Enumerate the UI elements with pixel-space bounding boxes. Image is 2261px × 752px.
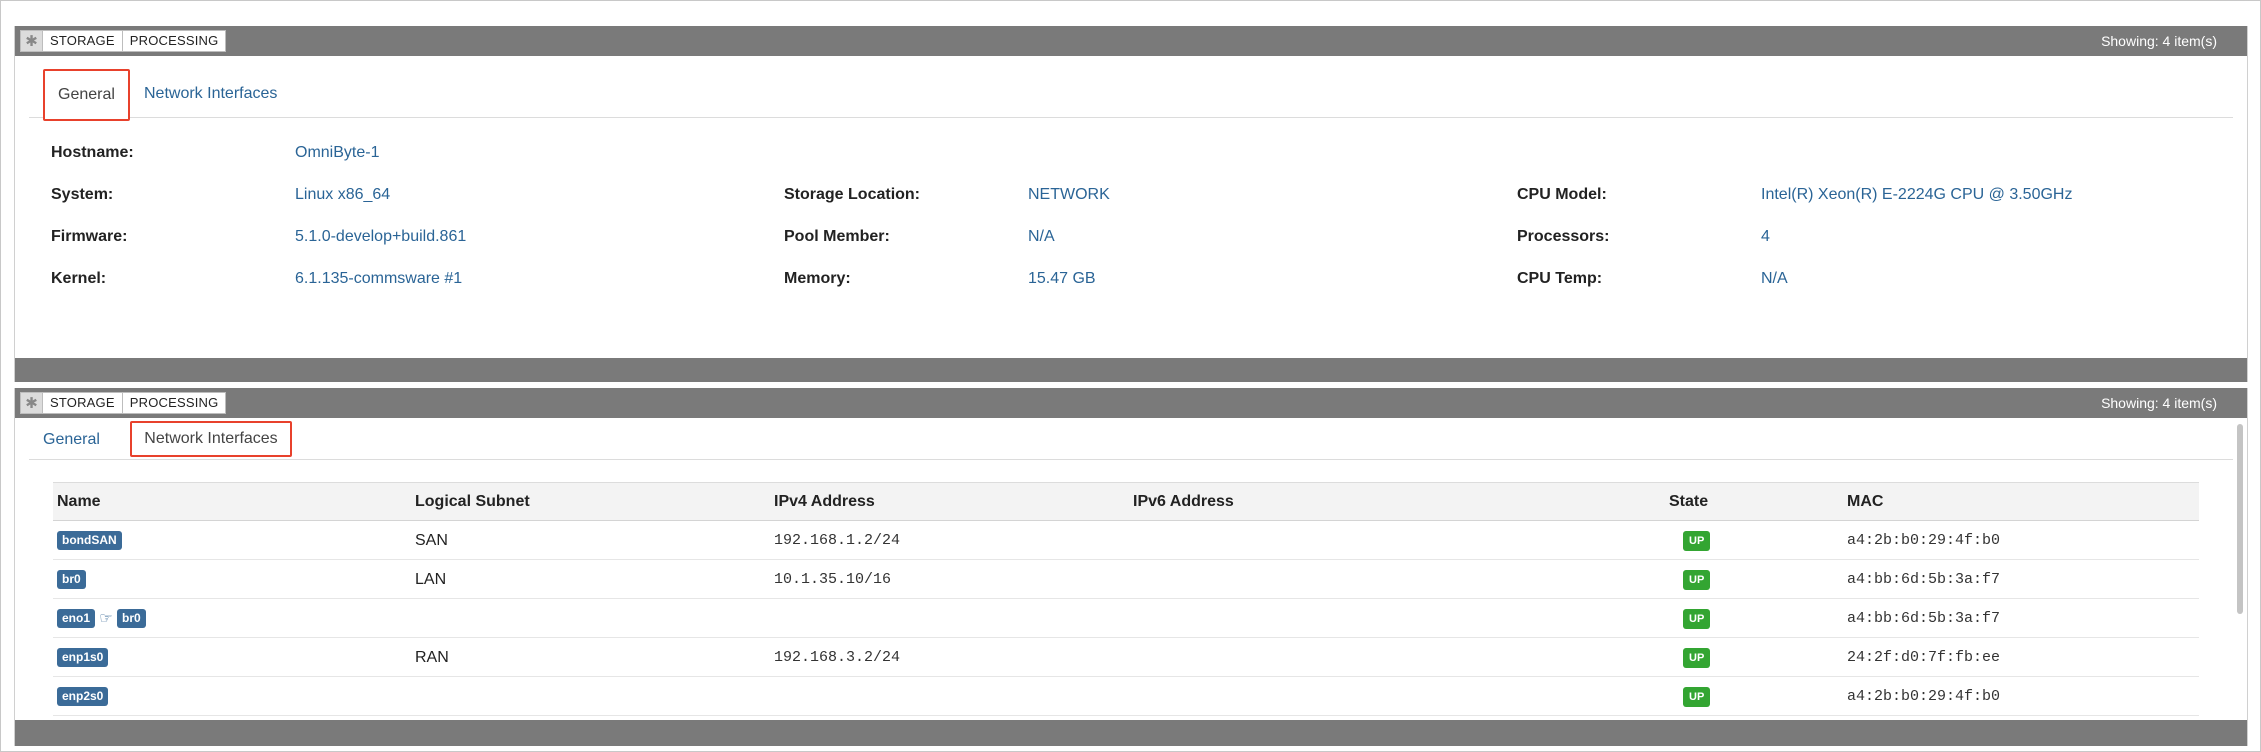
name-cell: eno1 ☞ br0 (57, 599, 146, 638)
col-logical-subnet[interactable]: Logical Subnet (415, 483, 530, 521)
state-badge: UP (1683, 530, 1711, 551)
mac-cell: a4:2b:b0:29:4f:b0 (1847, 688, 2001, 705)
item-count: Showing: 4 item(s) (2101, 33, 2217, 49)
processors-label: Processors: (1517, 228, 1610, 245)
kernel-label: Kernel: (51, 270, 107, 287)
state-badge: UP (1683, 647, 1711, 668)
col-state[interactable]: State (1669, 483, 1708, 521)
gear-icon[interactable]: ✱ (21, 393, 43, 413)
general-panel: ✱ STORAGE PROCESSING Showing: 4 item(s) … (14, 26, 2248, 382)
ipv4-cell: 192.168.3.2/24 (774, 649, 901, 666)
pool-member-label: Pool Member: (784, 228, 890, 245)
panel-header: ✱ STORAGE PROCESSING Showing: 4 item(s) (15, 26, 2247, 56)
storage-location-value: NETWORK (1028, 186, 1110, 203)
memory-label: Memory: (784, 270, 851, 287)
interface-badge[interactable]: enp2s0 (57, 687, 109, 707)
interfaces-table: Name Logical Subnet IPv4 Address IPv6 Ad… (53, 482, 2199, 718)
col-name[interactable]: Name (57, 483, 101, 521)
kernel-value: 6.1.135-commsware #1 (295, 270, 463, 287)
ipv4-cell: 192.168.1.2/24 (774, 532, 901, 549)
system-value: Linux x86_64 (295, 186, 391, 203)
item-count: Showing: 4 item(s) (2101, 395, 2217, 411)
state-cell: UP (1683, 560, 1711, 599)
table-row[interactable]: enp2s0 UP a4:2b:b0:29:4f:b0 (53, 677, 2199, 716)
panel-footer (15, 720, 2247, 746)
tag-processing: PROCESSING (129, 33, 219, 48)
pointing-hand-icon: ☞ (99, 610, 113, 628)
cpu-model-label: CPU Model: (1517, 186, 1607, 203)
processors-value: 4 (1761, 228, 1770, 245)
state-badge: UP (1683, 686, 1711, 707)
cpu-temp-label: CPU Temp: (1517, 270, 1603, 287)
tab-bar: General Network Interfaces (29, 68, 2233, 121)
state-cell: UP (1683, 521, 1711, 560)
name-cell: br0 (57, 560, 86, 599)
col-ipv4-address[interactable]: IPv4 Address (774, 483, 875, 521)
mac-cell: a4:bb:6d:5b:3a:f7 (1847, 571, 2001, 588)
table-row[interactable]: bondSAN SAN 192.168.1.2/24 UP a4:2b:b0:2… (53, 521, 2199, 560)
scrollbar[interactable] (2235, 424, 2245, 704)
hostname-value: OmniByte-1 (295, 144, 380, 161)
state-cell: UP (1683, 638, 1711, 677)
table-header: Name Logical Subnet IPv4 Address IPv6 Ad… (53, 483, 2199, 521)
cpu-temp-value: N/A (1761, 270, 1788, 287)
subnet-cell: LAN (415, 571, 447, 588)
name-cell: enp2s0 (57, 677, 109, 716)
tab-general[interactable]: General (43, 69, 130, 121)
tab-network-interfaces[interactable]: Network Interfaces (144, 84, 277, 104)
tab-network-interfaces[interactable]: Network Interfaces (130, 421, 292, 457)
tab-bar: General Network Interfaces (29, 420, 2233, 460)
node-tags: ✱ STORAGE PROCESSING (20, 392, 227, 414)
panel-footer (15, 358, 2247, 382)
table-row[interactable]: br0 LAN 10.1.35.10/16 UP a4:bb:6d:5b:3a:… (53, 560, 2199, 599)
col-mac[interactable]: MAC (1847, 483, 1883, 521)
state-cell: UP (1683, 677, 1711, 716)
interface-badge[interactable]: enp1s0 (57, 648, 109, 668)
tag-storage: STORAGE (43, 393, 123, 413)
table-row[interactable]: enp1s0 RAN 192.168.3.2/24 UP 24:2f:d0:7f… (53, 638, 2199, 677)
table-row[interactable]: eno1 ☞ br0 UP a4:bb:6d:5b:3a:f7 (53, 599, 2199, 638)
subnet-cell: RAN (415, 649, 449, 666)
storage-location-label: Storage Location: (784, 186, 921, 203)
node-tags: ✱ STORAGE PROCESSING (20, 30, 227, 52)
bridge-badge[interactable]: br0 (117, 609, 146, 629)
ipv4-cell: 10.1.35.10/16 (774, 571, 892, 588)
memory-value: 15.47 GB (1028, 270, 1096, 287)
tab-general[interactable]: General (43, 430, 100, 450)
pool-member-value: N/A (1028, 228, 1055, 245)
interface-badge[interactable]: eno1 (57, 609, 96, 629)
network-panel: ✱ STORAGE PROCESSING Showing: 4 item(s) … (14, 388, 2248, 746)
gear-icon[interactable]: ✱ (21, 31, 43, 51)
subnet-cell: SAN (415, 532, 448, 549)
interface-badge[interactable]: br0 (57, 570, 86, 590)
name-cell: bondSAN (57, 521, 122, 560)
interface-badge[interactable]: bondSAN (57, 531, 122, 551)
firmware-label: Firmware: (51, 228, 128, 245)
tag-processing: PROCESSING (129, 395, 219, 410)
cpu-model-value: Intel(R) Xeon(R) E-2224G CPU @ 3.50GHz (1761, 186, 2073, 203)
mac-cell: 24:2f:d0:7f:fb:ee (1847, 649, 2001, 666)
firmware-value: 5.1.0-develop+build.861 (295, 228, 467, 245)
scrollbar-thumb[interactable] (2237, 424, 2243, 614)
state-badge: UP (1683, 569, 1711, 590)
tag-storage: STORAGE (43, 31, 123, 51)
mac-cell: a4:bb:6d:5b:3a:f7 (1847, 610, 2001, 627)
state-badge: UP (1683, 608, 1711, 629)
name-cell: enp1s0 (57, 638, 109, 677)
system-label: System: (51, 186, 114, 203)
state-cell: UP (1683, 599, 1711, 638)
col-ipv6-address[interactable]: IPv6 Address (1133, 483, 1234, 521)
hostname-label: Hostname: (51, 144, 134, 161)
mac-cell: a4:2b:b0:29:4f:b0 (1847, 532, 2001, 549)
panel-header: ✱ STORAGE PROCESSING Showing: 4 item(s) (15, 388, 2247, 418)
